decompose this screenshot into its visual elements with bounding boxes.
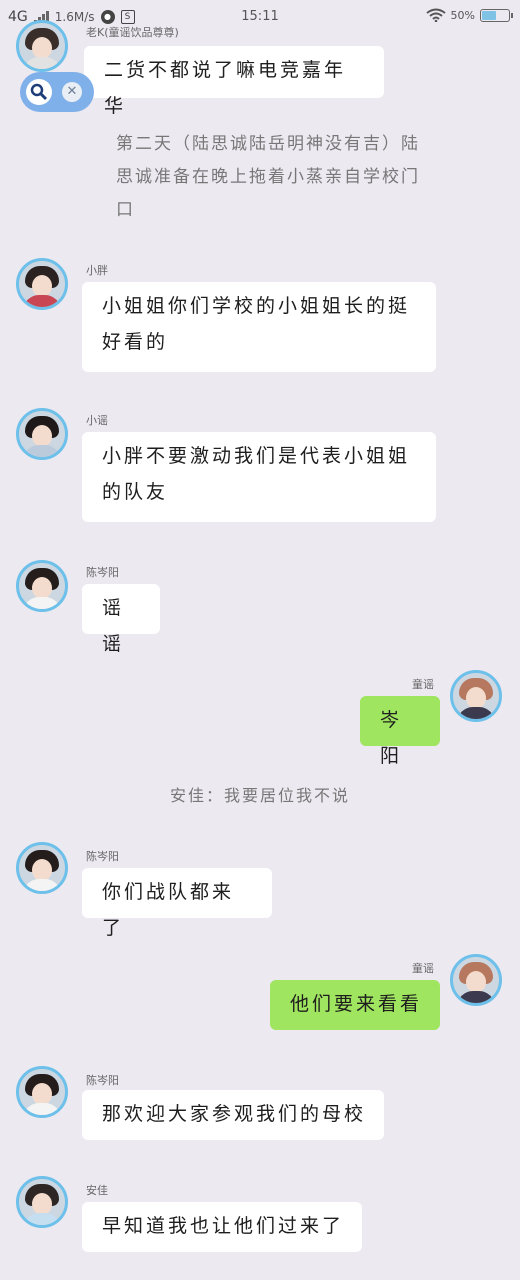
avatar[interactable] xyxy=(16,560,68,612)
avatar-shirt xyxy=(23,597,61,609)
avatar-shirt xyxy=(457,707,495,719)
message-bubble[interactable]: 谣谣 xyxy=(82,584,160,655)
battery-percent: 50% xyxy=(450,8,475,22)
avatar-face xyxy=(32,1193,52,1215)
wifi-icon xyxy=(425,8,446,22)
avatar-face xyxy=(32,1083,52,1105)
avatar[interactable] xyxy=(16,20,68,72)
message-bubble[interactable]: 你们战队都来了 xyxy=(82,868,272,939)
sender-name: 童谣 xyxy=(412,678,434,691)
avatar-face xyxy=(32,425,52,447)
avatar-shirt xyxy=(23,295,61,307)
avatar[interactable] xyxy=(16,842,68,894)
floating-magnifier-widget[interactable]: ✕ xyxy=(20,72,94,112)
message-bubble[interactable]: 小胖不要激动我们是代表小姐姐的队友 xyxy=(82,432,436,522)
avatar-face xyxy=(32,577,52,599)
avatar-shirt xyxy=(457,991,495,1003)
avatar-shirt xyxy=(23,57,61,69)
magnifier-icon[interactable] xyxy=(26,79,52,105)
battery-fill xyxy=(482,10,496,20)
message-bubble[interactable]: 那欢迎大家参观我们的母校 xyxy=(82,1090,384,1140)
avatar-face xyxy=(466,687,486,709)
avatar[interactable] xyxy=(16,1066,68,1118)
message-bubble[interactable]: 他们要来看看 xyxy=(270,980,440,1030)
avatar-shirt xyxy=(23,1103,61,1115)
narration-text: 第二天（陆思诚陆岳明神没有吉）陆思诚准备在晚上拖着小蒸亲自学校门口 xyxy=(116,134,420,220)
avatar-shirt xyxy=(23,879,61,891)
sender-name: 老K(童谣饮品尊尊) xyxy=(86,26,179,39)
avatar[interactable] xyxy=(16,408,68,460)
status-right: 50% xyxy=(425,8,513,22)
avatar-face xyxy=(32,37,52,59)
status-bar: 4G 1.6M/s ● S 15:11 50% xyxy=(0,0,520,34)
close-icon[interactable]: ✕ xyxy=(62,82,82,102)
avatar[interactable] xyxy=(450,954,502,1006)
message-bubble[interactable]: 小姐姐你们学校的小姐姐长的挺好看的 xyxy=(82,282,436,372)
avatar[interactable] xyxy=(16,1176,68,1228)
avatar[interactable] xyxy=(450,670,502,722)
sender-name: 陈岑阳 xyxy=(86,850,119,863)
avatar-face xyxy=(32,859,52,881)
avatar-face xyxy=(466,971,486,993)
sender-name: 陈岑阳 xyxy=(86,566,119,579)
sender-name: 小胖 xyxy=(86,264,108,277)
message-bubble[interactable]: 早知道我也让他们过来了 xyxy=(82,1202,362,1252)
system-note: 安佳：我要居位我不说 xyxy=(169,786,350,805)
avatar[interactable] xyxy=(16,258,68,310)
message-bubble[interactable]: 岑阳 xyxy=(360,696,440,767)
battery-icon xyxy=(480,8,513,22)
avatar-face xyxy=(32,275,52,297)
avatar-shirt xyxy=(23,445,61,457)
sender-name: 小谣 xyxy=(86,414,108,427)
sender-name: 童谣 xyxy=(412,962,434,975)
sender-name: 安佳 xyxy=(86,1184,108,1197)
sender-name: 陈岑阳 xyxy=(86,1074,119,1087)
avatar-shirt xyxy=(23,1213,61,1225)
message-bubble[interactable]: 二货不都说了嘛电竞嘉年华 xyxy=(84,46,384,117)
